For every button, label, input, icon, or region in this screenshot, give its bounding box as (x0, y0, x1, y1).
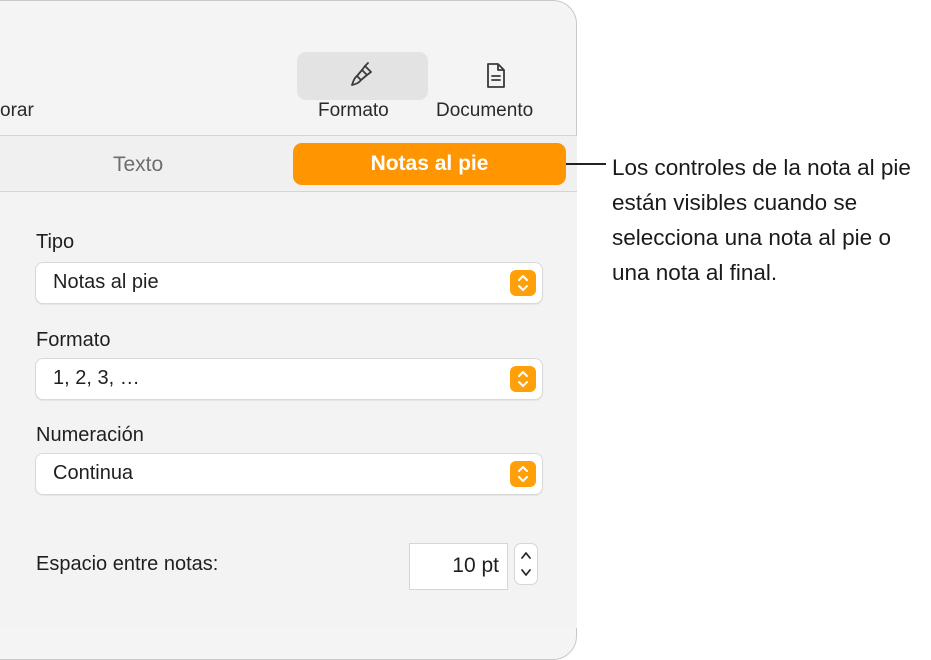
callout-text: Los controles de la nota al pie están vi… (612, 155, 911, 285)
document-toolbar-label[interactable]: Documento (436, 100, 533, 122)
toolbar-partial-label[interactable]: orar (0, 100, 34, 122)
numbering-label: Numeración (36, 424, 144, 446)
type-value: Notas al pie (53, 271, 159, 293)
spacing-input[interactable]: 10 pt (409, 543, 508, 590)
chevron-up-icon (521, 552, 531, 559)
spacing-label: Espacio entre notas: (36, 553, 219, 575)
format-popup[interactable]: 1, 2, 3, … (35, 358, 543, 400)
format-value: 1, 2, 3, … (53, 367, 140, 389)
callout-leader-line (566, 163, 606, 165)
format-toolbar-label[interactable]: Formato (318, 100, 389, 122)
type-popup[interactable]: Notas al pie (35, 262, 543, 304)
chevron-up-down-icon (510, 270, 536, 296)
format-toolbar-button[interactable] (297, 52, 428, 100)
spacing-value: 10 pt (452, 554, 499, 577)
chevron-up-down-icon (510, 366, 536, 392)
paintbrush-icon (348, 61, 378, 96)
chevron-down-icon (521, 569, 531, 576)
spacing-stepper[interactable] (514, 543, 538, 585)
chevron-up-down-icon (510, 461, 536, 487)
numbering-popup[interactable]: Continua (35, 453, 543, 495)
tab-footnotes[interactable]: Notas al pie (293, 143, 566, 185)
document-icon (484, 61, 508, 96)
format-label: Formato (36, 329, 111, 351)
tab-text[interactable]: Texto (113, 153, 163, 177)
type-label: Tipo (36, 231, 75, 253)
numbering-value: Continua (53, 462, 134, 484)
document-toolbar-button[interactable] (448, 52, 543, 100)
